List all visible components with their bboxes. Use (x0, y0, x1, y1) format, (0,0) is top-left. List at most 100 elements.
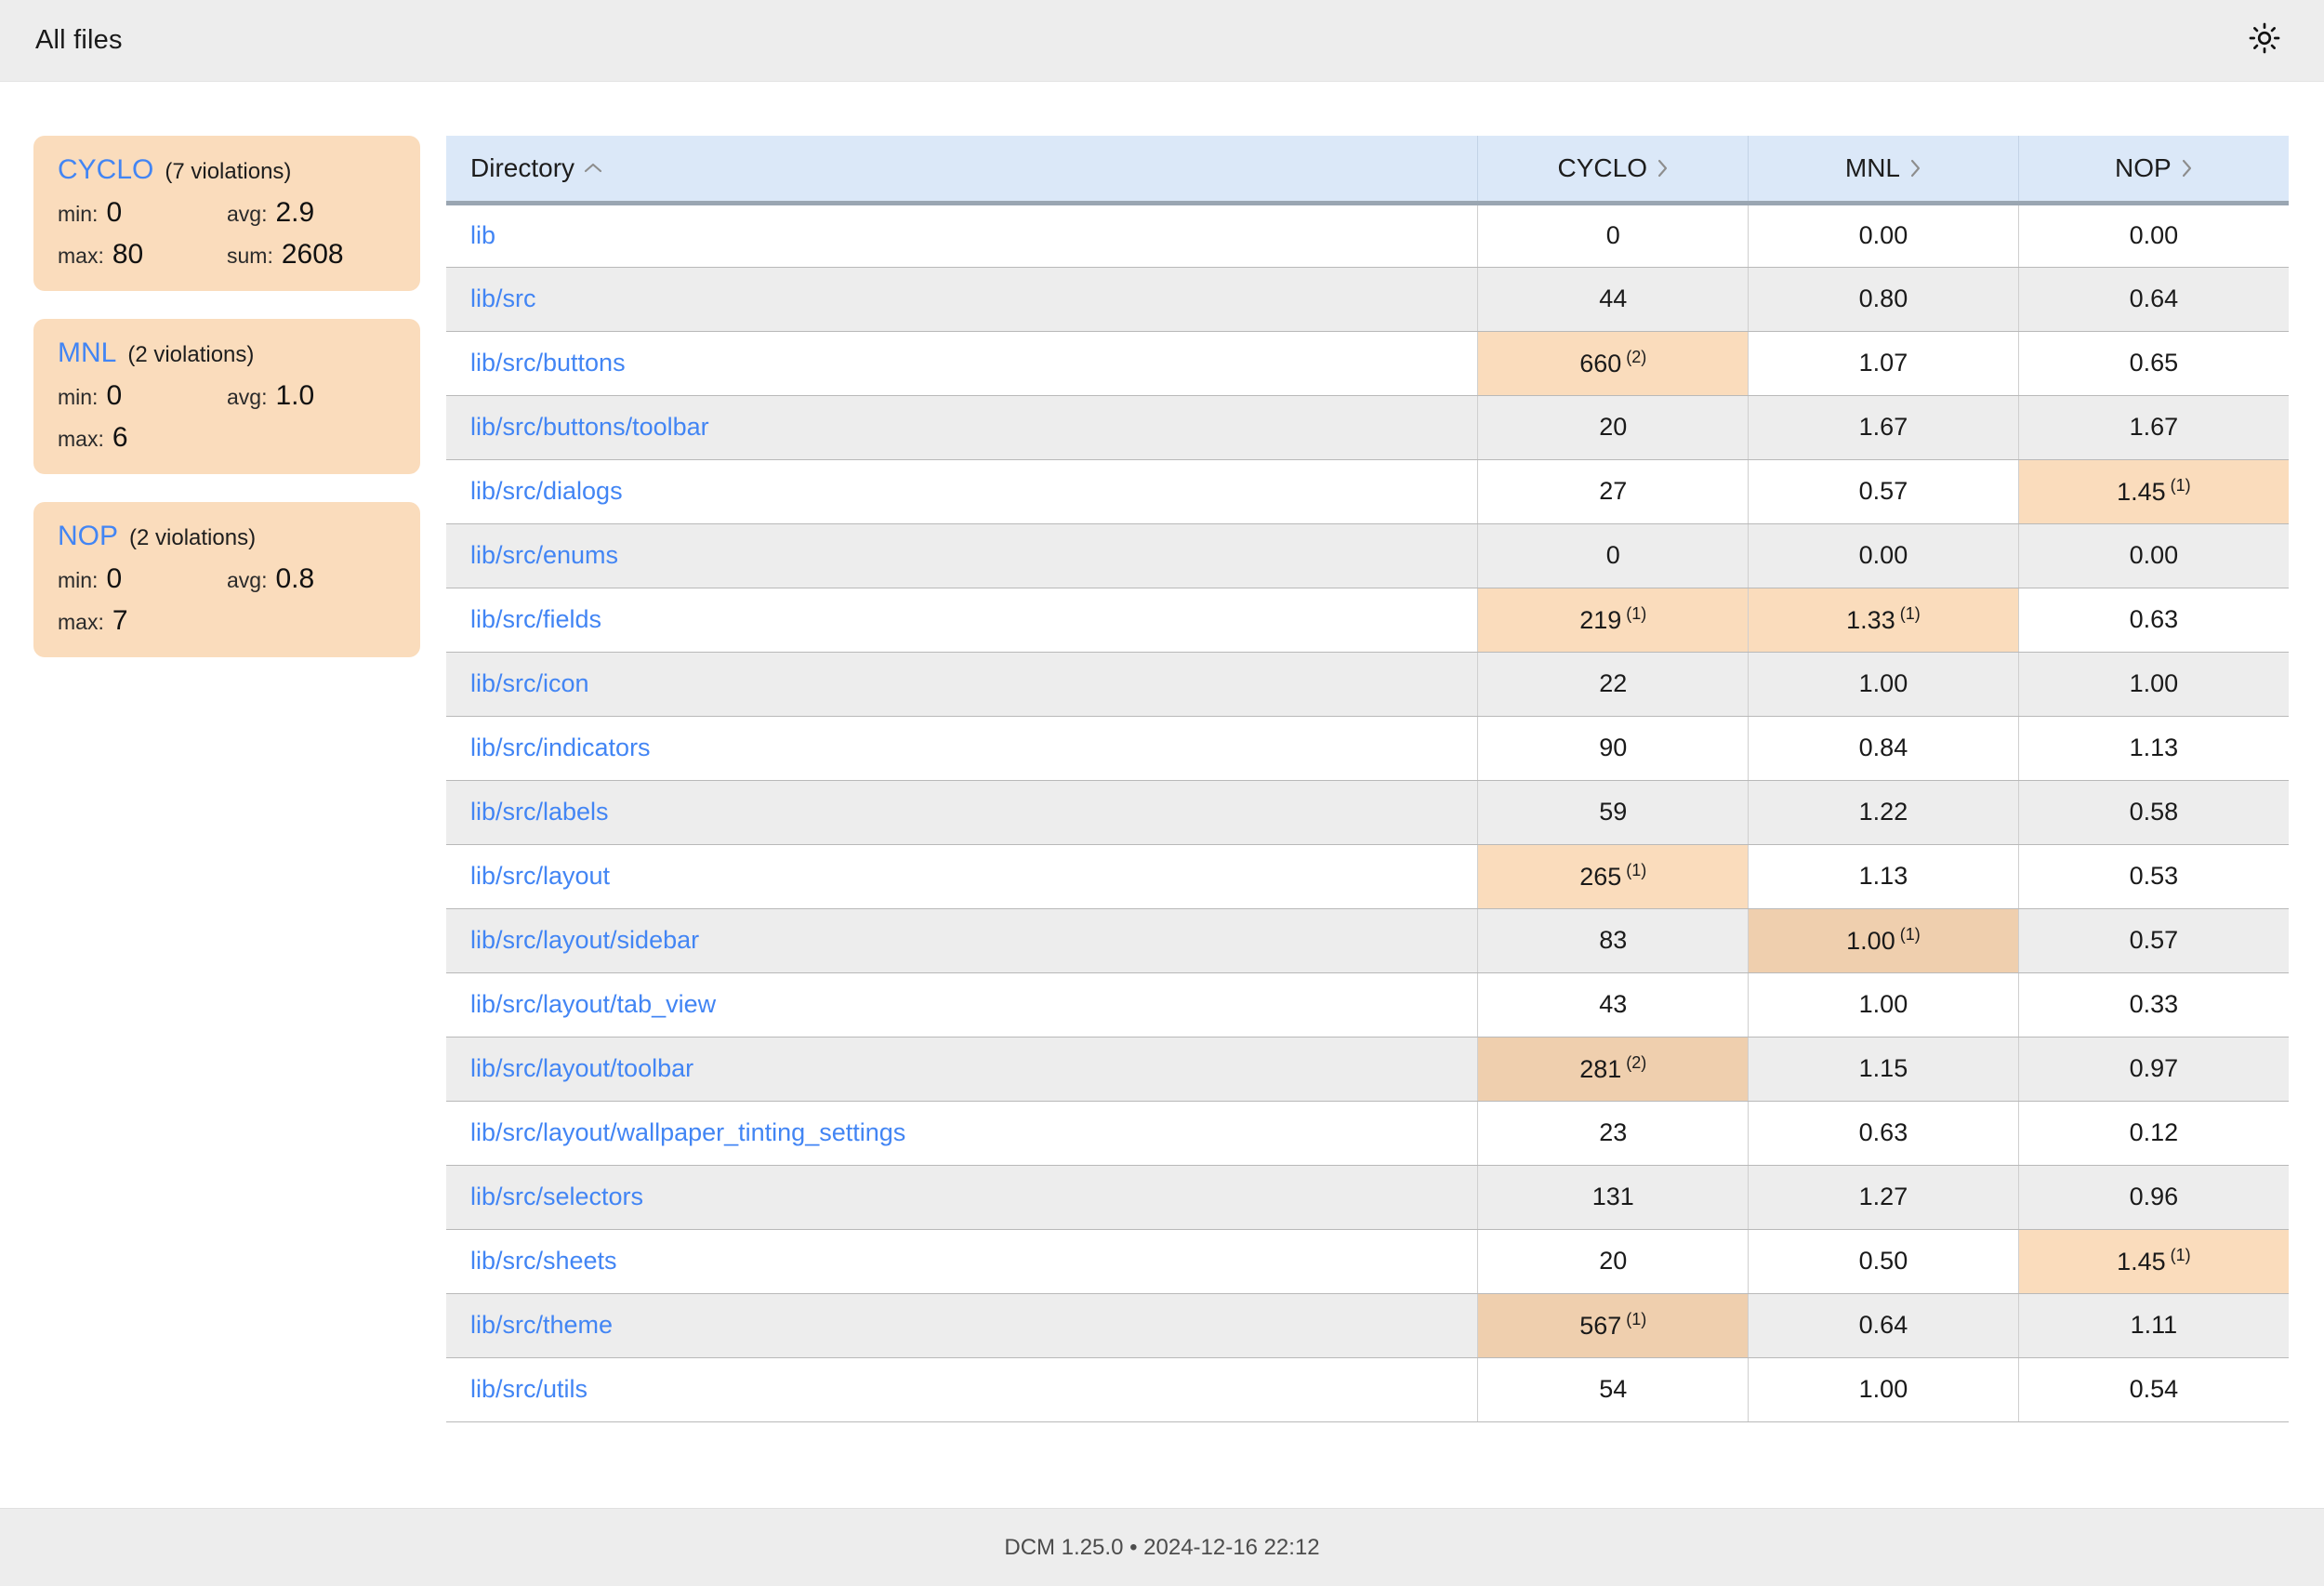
metric-stat-label: max: (58, 244, 104, 268)
mnl-cell: 1.00 (1) (1748, 908, 2019, 973)
column-header-nop[interactable]: NOP (2018, 136, 2289, 205)
chevron-right-icon (2181, 159, 2193, 178)
metric-stat: min: 0 (58, 197, 227, 229)
nop-cell: 0.00 (2018, 523, 2289, 588)
mnl-cell: 1.15 (1748, 1037, 2019, 1102)
nop-value: 1.45 (2117, 1248, 2166, 1275)
nop-value: 0.57 (2129, 926, 2179, 954)
mnl-value: 1.07 (1858, 349, 1908, 377)
mnl-value: 0.80 (1858, 284, 1908, 312)
mnl-cell: 1.00 (1748, 1357, 2019, 1422)
cyclo-cell: 660 (2) (1477, 331, 1750, 396)
metric-card-header: CYCLO (7 violations) (58, 154, 396, 186)
column-header-nop-label: NOP (2115, 152, 2172, 182)
cyclo-value: 219 (1579, 606, 1622, 634)
app-root: All files CYCLO (7 violations) min: 0 av… (0, 0, 2324, 1586)
directory-link[interactable]: lib/src/indicators (470, 734, 651, 761)
cyclo-cell: 22 (1477, 652, 1750, 717)
metric-stat-value: 0 (106, 563, 123, 594)
directory-link[interactable]: lib (470, 221, 495, 249)
mnl-cell: 1.13 (1748, 844, 2019, 909)
metric-stat-label: min: (58, 568, 99, 592)
directory-link[interactable]: lib/src/utils (470, 1375, 588, 1403)
table-row: lib/src/layout 265 (1) 1.13 0.53 (446, 844, 2289, 909)
table-row: lib/src 44 0.80 0.64 (446, 267, 2289, 332)
theme-toggle-button[interactable] (2240, 17, 2289, 65)
table-row: lib/src/dialogs 27 0.57 1.45 (1) (446, 459, 2289, 524)
table-row: lib/src/buttons/toolbar 20 1.67 1.67 (446, 395, 2289, 460)
metric-stat-value: 0 (106, 380, 123, 411)
nop-violation-count: (1) (2170, 1246, 2191, 1264)
table-row: lib/src/theme 567 (1) 0.64 1.11 (446, 1293, 2289, 1358)
column-header-directory[interactable]: Directory (446, 136, 1479, 205)
nop-cell: 0.97 (2018, 1037, 2289, 1102)
mnl-cell: 1.07 (1748, 331, 2019, 396)
mnl-cell: 0.50 (1748, 1229, 2019, 1294)
directory-link[interactable]: lib/src/labels (470, 798, 609, 826)
directory-link[interactable]: lib/src/sheets (470, 1247, 617, 1275)
directory-cell: lib/src/layout/sidebar (446, 908, 1479, 973)
column-header-mnl[interactable]: MNL (1748, 136, 2019, 205)
cyclo-violation-count: (2) (1626, 1053, 1647, 1072)
metric-stat: max: 80 (58, 239, 227, 271)
mnl-value: 0.00 (1858, 541, 1908, 569)
directory-cell: lib/src/theme (446, 1293, 1479, 1358)
cyclo-value: 54 (1599, 1375, 1628, 1403)
nop-value: 0.58 (2129, 798, 2179, 826)
table-row: lib/src/layout/tab_view 43 1.00 0.33 (446, 972, 2289, 1038)
chevron-up-icon (584, 162, 602, 174)
metric-stat-label: max: (58, 427, 104, 451)
metrics-table: Directory CYCLO MNL NOP lib 0 0.00 0.00 … (446, 136, 2289, 1422)
metric-stat-label: max: (58, 610, 104, 634)
mnl-value: 1.27 (1858, 1183, 1908, 1210)
mnl-cell: 1.00 (1748, 972, 2019, 1038)
cyclo-value: 281 (1579, 1055, 1622, 1083)
metric-stat-value: 7 (112, 605, 128, 636)
cyclo-value: 43 (1599, 990, 1628, 1018)
metric-card-name[interactable]: MNL (58, 337, 116, 369)
directory-link[interactable]: lib/src (470, 284, 536, 312)
nop-cell: 0.63 (2018, 588, 2289, 653)
nop-cell: 0.12 (2018, 1101, 2289, 1166)
directory-link[interactable]: lib/src/dialogs (470, 477, 623, 505)
metric-card: NOP (2 violations) min: 0 avg: 0.8 max: 7 (33, 502, 420, 657)
column-header-cyclo-label: CYCLO (1557, 152, 1647, 182)
nop-violation-count: (1) (2170, 476, 2191, 495)
directory-link[interactable]: lib/src/icon (470, 669, 589, 697)
directory-link[interactable]: lib/src/layout (470, 862, 610, 890)
directory-cell: lib/src/buttons/toolbar (446, 395, 1479, 460)
directory-link[interactable]: lib/src/layout/wallpaper_tinting_setting… (470, 1118, 905, 1146)
nop-value: 1.45 (2117, 478, 2166, 506)
directory-link[interactable]: lib/src/enums (470, 541, 618, 569)
directory-link[interactable]: lib/src/theme (470, 1311, 613, 1339)
directory-link[interactable]: lib/src/selectors (470, 1183, 643, 1210)
mnl-cell: 0.84 (1748, 716, 2019, 781)
cyclo-value: 0 (1605, 221, 1620, 249)
column-header-cyclo[interactable]: CYCLO (1477, 136, 1750, 205)
metric-stat: max: 6 (58, 422, 227, 454)
directory-cell: lib/src (446, 267, 1479, 332)
directory-link[interactable]: lib/src/buttons (470, 349, 626, 377)
table-row: lib 0 0.00 0.00 (446, 203, 2289, 268)
nop-value: 1.11 (2130, 1311, 2178, 1339)
metric-card-stats: min: 0 avg: 1.0 max: 6 (58, 380, 396, 454)
mnl-value: 1.00 (1858, 669, 1908, 697)
metric-card-name[interactable]: CYCLO (58, 154, 153, 186)
directory-link[interactable]: lib/src/layout/toolbar (470, 1054, 693, 1082)
directory-link[interactable]: lib/src/layout/sidebar (470, 926, 699, 954)
mnl-value: 0.64 (1858, 1311, 1908, 1339)
directory-link[interactable]: lib/src/buttons/toolbar (470, 413, 709, 441)
table-row: lib/src/utils 54 1.00 0.54 (446, 1357, 2289, 1422)
nop-cell: 0.58 (2018, 780, 2289, 845)
cyclo-cell: 20 (1477, 1229, 1750, 1294)
nop-value: 0.54 (2129, 1375, 2179, 1403)
footer: DCM 1.25.0 • 2024-12-16 22:12 (0, 1508, 2324, 1586)
metric-card: MNL (2 violations) min: 0 avg: 1.0 max: 6 (33, 319, 420, 474)
directory-link[interactable]: lib/src/layout/tab_view (470, 990, 716, 1018)
directory-link[interactable]: lib/src/fields (470, 605, 601, 633)
main-content: CYCLO (7 violations) min: 0 avg: 2.9 max: 80 sum… (0, 82, 2324, 1508)
mnl-value: 0.84 (1858, 734, 1908, 761)
metric-stat-label: avg: (227, 202, 268, 226)
metric-card-name[interactable]: NOP (58, 521, 118, 552)
table-row: lib/src/icon 22 1.00 1.00 (446, 652, 2289, 717)
